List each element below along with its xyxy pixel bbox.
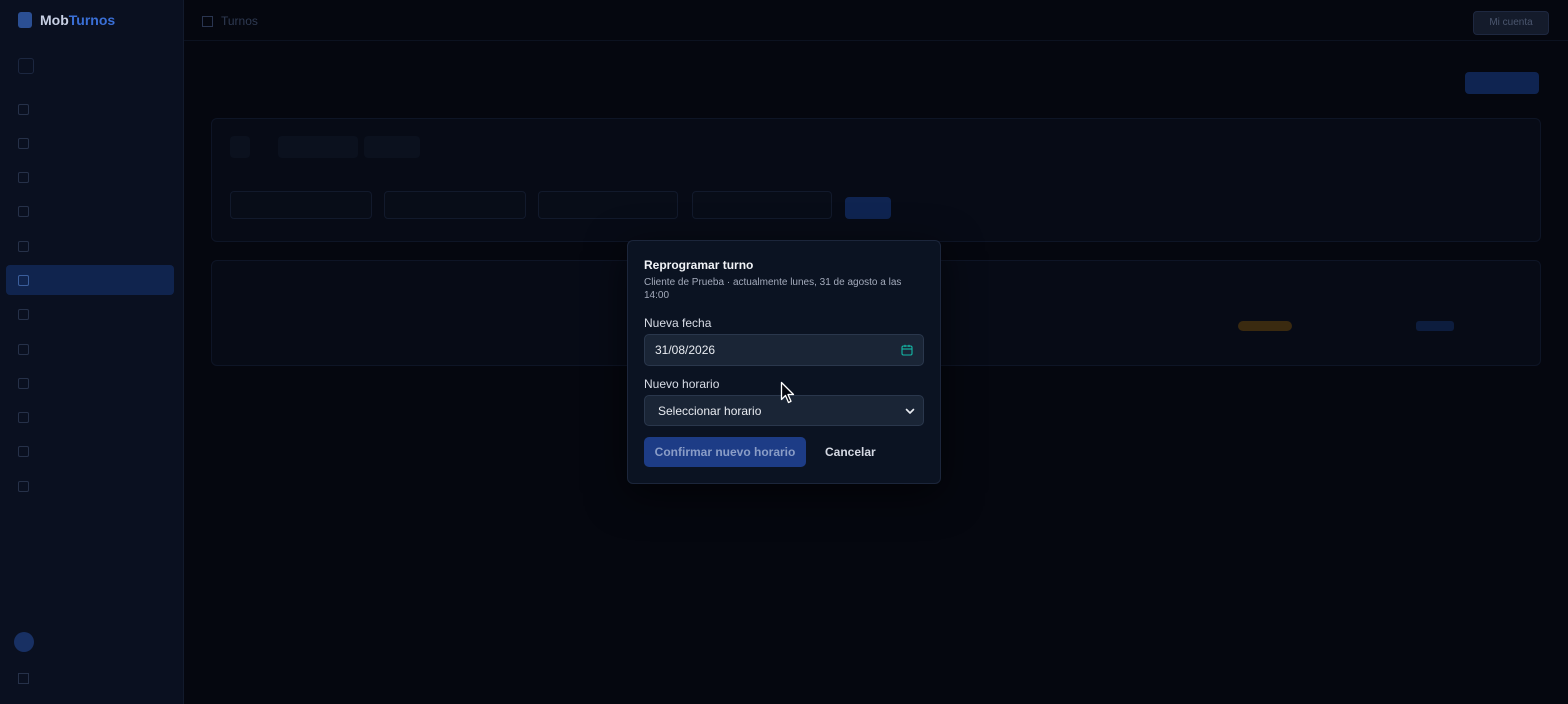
dialog-subtitle: Cliente de Prueba · actualmente lunes, 3… (644, 277, 902, 301)
filter-status-select (230, 191, 372, 219)
new-date-label: Nueva fecha (644, 316, 712, 330)
sidebar-item (6, 163, 174, 193)
brand-name: MobTurnos (40, 12, 116, 28)
nav-icon (18, 480, 29, 492)
new-time-value: Seleccionar horario (658, 403, 762, 418)
new-date-input[interactable]: 31/08/2026 (644, 334, 924, 366)
nav-icon (18, 377, 29, 389)
mouse-pointer-icon (780, 381, 796, 405)
confirm-new-time-button[interactable]: Confirmar nuevo horario (644, 437, 806, 467)
sidebar-item (6, 197, 174, 227)
chevron-down-icon (905, 406, 915, 416)
calendar-logo-icon (18, 12, 32, 28)
account-button: Mi cuenta (1473, 11, 1549, 35)
new-time-label: Nuevo horario (644, 377, 720, 391)
filter-button (845, 197, 891, 219)
sidebar-item (6, 128, 174, 158)
reschedule-dialog: Reprogramar turno Cliente de Prueba · ac… (627, 240, 941, 484)
calendar-icon[interactable] (901, 344, 913, 356)
nav-icon (18, 274, 29, 286)
row-action-button (1416, 321, 1454, 331)
sidebar: MobTurnos (0, 0, 184, 704)
nav-icon (18, 309, 29, 321)
filter-from-date (538, 191, 678, 219)
nav-icon (18, 343, 29, 355)
cancel-button[interactable]: Cancelar (825, 437, 876, 467)
sidebar-item-turnos (6, 265, 174, 296)
filter-tab (364, 136, 420, 158)
sidebar-item (6, 403, 174, 433)
sidebar-item (6, 368, 174, 398)
nav-icon (18, 240, 29, 252)
sidebar-item (6, 334, 174, 364)
logout-icon (18, 673, 29, 684)
breadcrumb-label: Turnos (221, 14, 258, 28)
filter-tab (230, 136, 250, 158)
status-badge (1238, 321, 1292, 331)
sidebar-item (6, 300, 174, 330)
topbar (184, 0, 1568, 41)
filter-to-date (692, 191, 832, 219)
sidebar-item (6, 94, 174, 124)
sidebar-item (6, 231, 174, 261)
filters-panel (211, 118, 1541, 242)
user-profile (14, 632, 34, 652)
sidebar-item (6, 471, 174, 501)
calendar-icon (202, 15, 213, 27)
nav-icon (18, 172, 29, 184)
nav-icon (18, 412, 29, 424)
dialog-title: Reprogramar turno (644, 258, 754, 272)
brand: MobTurnos (18, 12, 115, 28)
filter-professional-select (384, 191, 526, 219)
avatar (14, 632, 34, 652)
new-appointment-button (1465, 72, 1539, 94)
breadcrumb: Turnos (202, 14, 258, 28)
nav-icon (18, 137, 29, 149)
sidebar-nav (6, 94, 174, 506)
sidebar-item (6, 437, 174, 467)
nav-icon (18, 206, 29, 218)
nav-icon (18, 103, 29, 115)
filter-tab (278, 136, 358, 158)
nav-icon (18, 446, 29, 458)
collapse-sidebar-icon (18, 58, 34, 74)
new-date-value: 31/08/2026 (655, 343, 716, 357)
logout-link (18, 673, 29, 684)
